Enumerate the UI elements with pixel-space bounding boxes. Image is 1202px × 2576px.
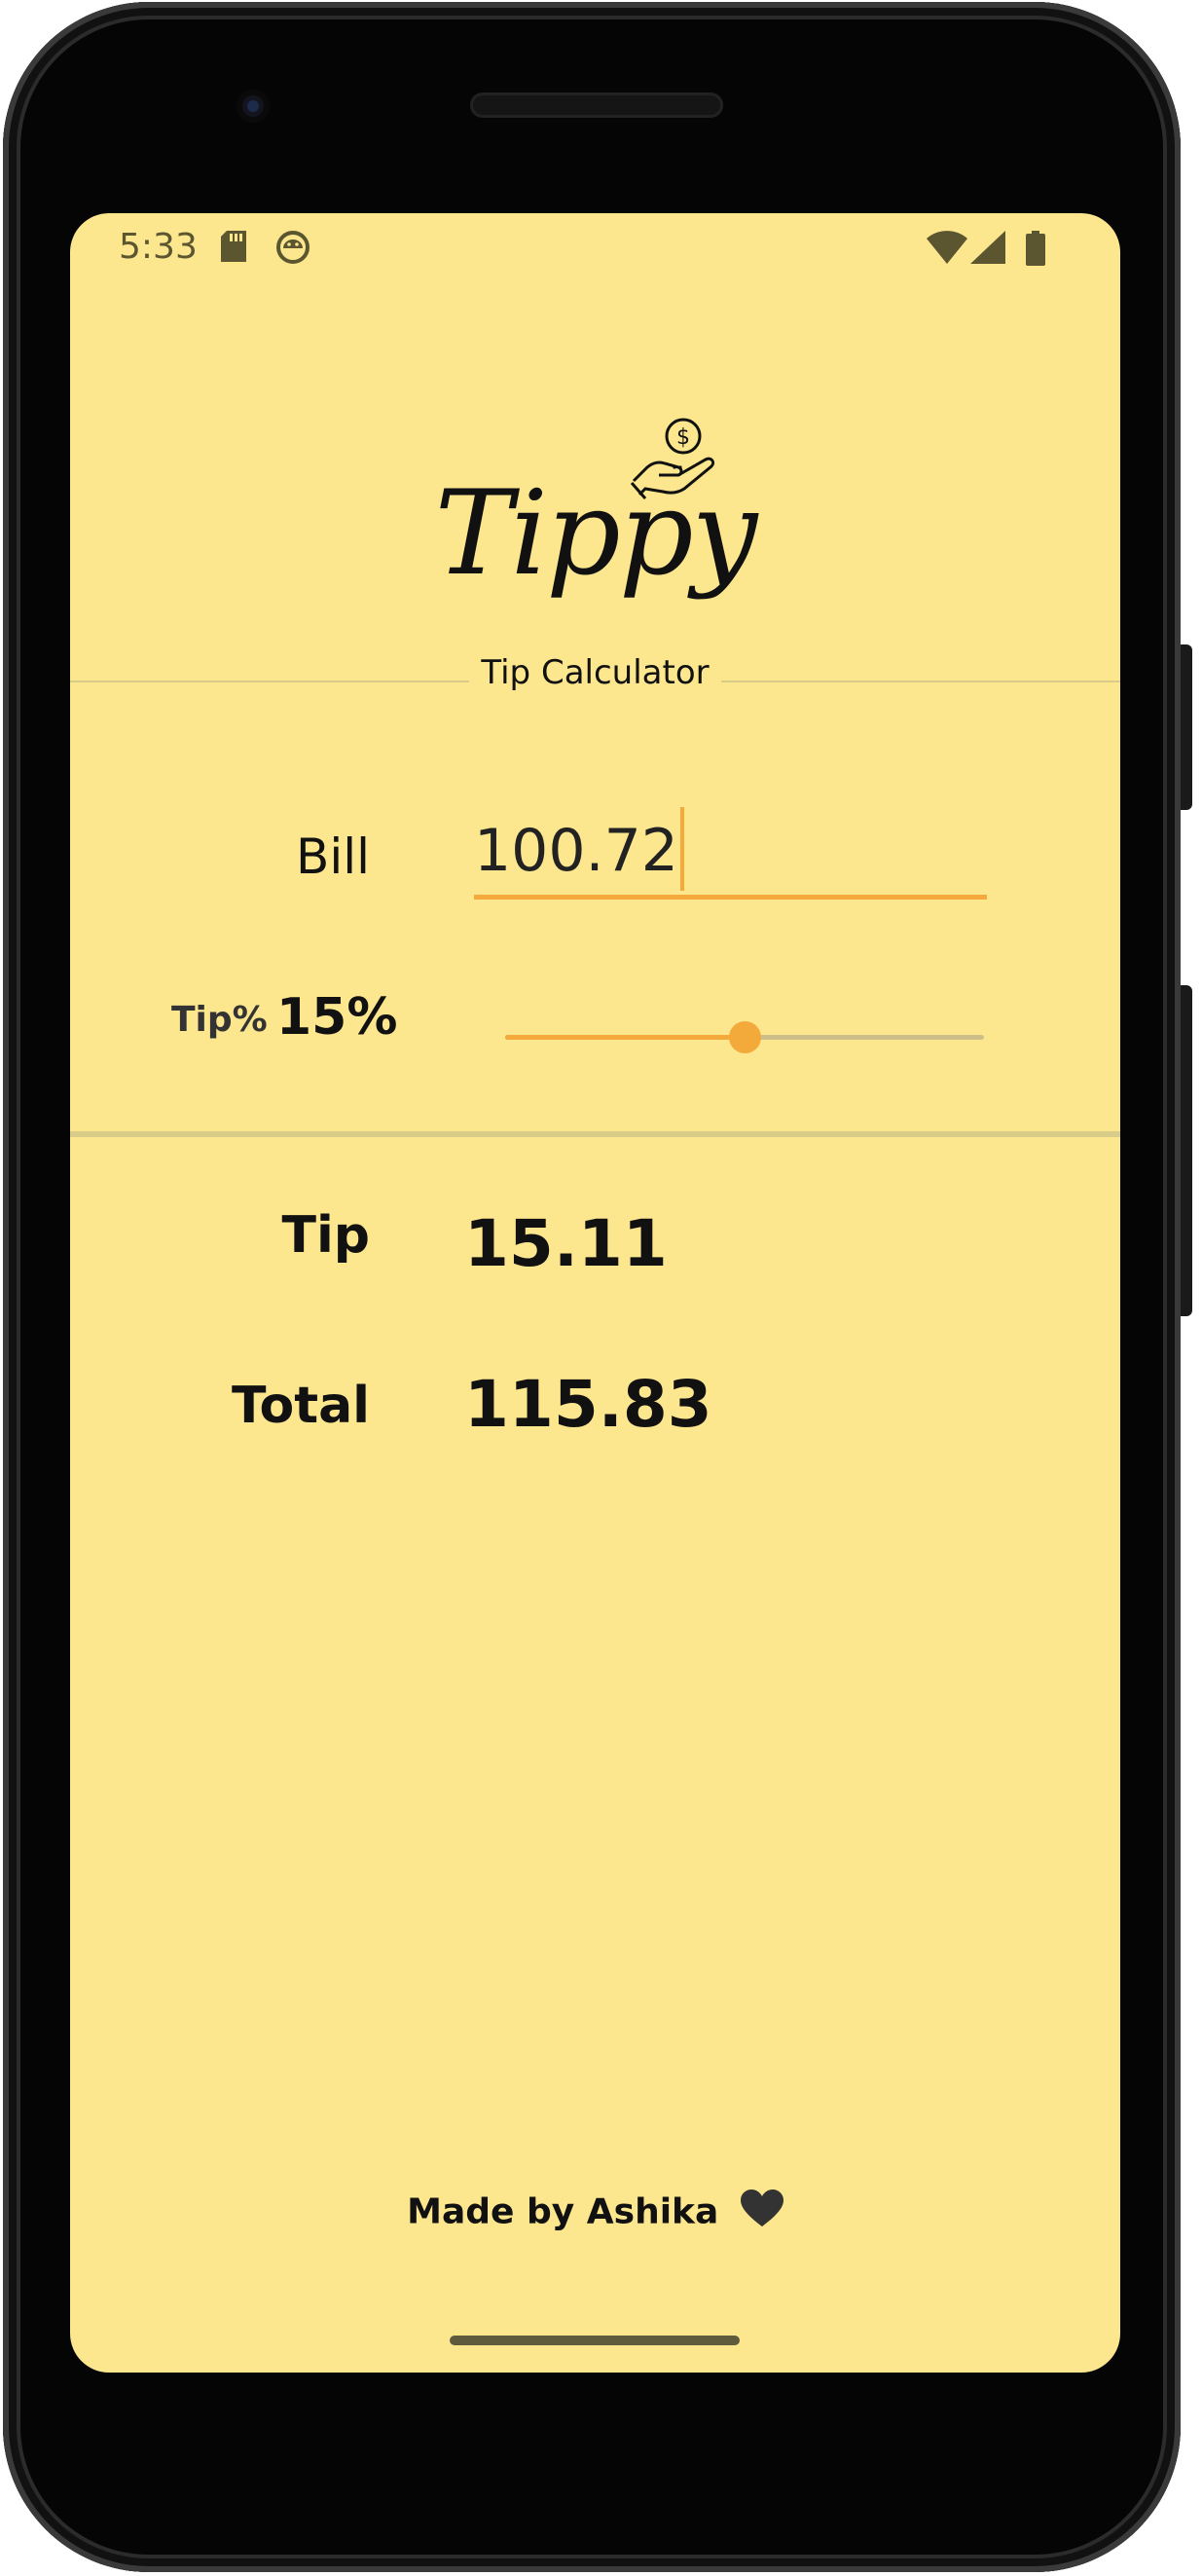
section-divider [70,1131,1120,1137]
tip-label: Tip [281,1206,370,1265]
sd-card-icon [221,231,246,266]
tip-amount: 15.11 [464,1206,668,1281]
subtitle: Tip Calculator [70,653,1120,692]
wifi-icon [927,231,967,268]
bill-label: Bill [296,828,370,885]
earpiece-speaker [470,92,723,118]
status-bar: 5:33 [70,213,1120,281]
footer-text: Made by Ashika [407,2191,719,2232]
tip-percent-value: 15% [276,988,398,1047]
volume-button [1181,985,1192,1316]
battery-icon [1026,231,1045,270]
front-camera [237,90,270,123]
footer: Made by Ashika [70,2190,1120,2237]
total-label: Total [231,1377,370,1435]
tip-percent-label: Tip% [171,1000,268,1040]
phone-frame: 5:33 $ Tippy Tip Calculator Bill 100.72 … [3,2,1192,2572]
app-screen: 5:33 $ Tippy Tip Calculator Bill 100.72 … [70,213,1120,2373]
status-time: 5:33 [119,227,198,267]
bill-input[interactable]: 100.72 [474,807,987,900]
slider-fill [505,1035,745,1040]
gesture-home-bar[interactable] [450,2336,740,2345]
signal-icon [970,231,1005,268]
subtitle-text: Tip Calculator [469,653,721,692]
svg-text:$: $ [676,425,690,450]
slider-thumb[interactable] [729,1021,761,1053]
power-button [1181,644,1192,810]
black-heart-icon [740,2190,783,2237]
tip-percent-slider[interactable] [505,1017,984,1056]
android-debug-icon [276,231,310,268]
app-title: Tippy [434,466,758,602]
total-amount: 115.83 [464,1367,712,1442]
bill-input-value: 100.72 [474,817,678,885]
text-caret [679,807,684,891]
